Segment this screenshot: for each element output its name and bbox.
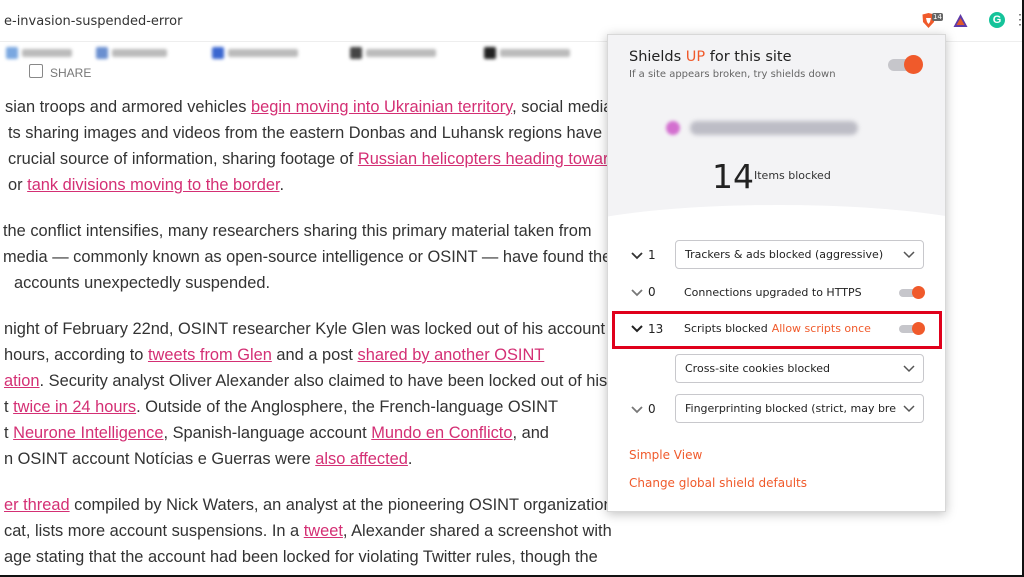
article-line: the conflict intensifies, many researche…	[3, 221, 591, 241]
items-blocked-label: Items blocked	[754, 169, 831, 182]
article-text: the conflict intensifies, many researche…	[3, 222, 592, 240]
https-label: Connections upgraded to HTTPS	[684, 286, 862, 299]
grammarly-icon[interactable]: G	[989, 12, 1005, 28]
article-line: sian troops and armored vehicles begin m…	[5, 97, 612, 117]
article-text: n OSINT account Notícias e Guerras were	[4, 450, 316, 468]
article-text: ts sharing images and videos from the ea…	[8, 124, 603, 142]
trackers-count: 1	[648, 248, 656, 262]
article-text: . Outside of the Anglosphere, the French…	[136, 398, 558, 416]
article-text: or	[8, 176, 28, 194]
brave-badge: 14	[932, 13, 943, 21]
shields-subtitle: If a site appears broken, try shields do…	[629, 69, 836, 80]
global-defaults-link[interactable]: Change global shield defaults	[629, 476, 807, 490]
article-line: t twice in 24 hours. Outside of the Angl…	[4, 397, 558, 417]
article-link[interactable]: also affected	[315, 450, 408, 468]
article-line: night of February 22nd, OSINT researcher…	[4, 319, 605, 339]
article-link[interactable]: Neurone Intelligence	[13, 424, 163, 442]
chevron-down-icon[interactable]	[630, 248, 644, 262]
article-text: compiled by Nick Waters, an analyst at t…	[69, 496, 613, 514]
article-line: t Neurone Intelligence, Spanish-language…	[4, 423, 549, 443]
article-line: hours, according to tweets from Glen and…	[4, 345, 544, 365]
article-line: cat, lists more account suspensions. In …	[4, 521, 612, 541]
article-text: accounts unexpectedly suspended.	[14, 274, 271, 292]
article-text: sian troops and armored vehicles	[5, 98, 251, 116]
chevron-down-icon	[903, 251, 915, 259]
article-text: , social media	[512, 98, 613, 116]
cookies-select[interactable]: Cross-site cookies blocked	[675, 354, 924, 383]
article-line: ts sharing images and videos from the ea…	[8, 123, 602, 143]
article-link[interactable]: Russian helicopters heading towar	[358, 150, 609, 168]
article-text: t	[4, 398, 14, 416]
article-text: night of February 22nd, OSINT researcher…	[4, 320, 605, 338]
article-text: .	[407, 450, 413, 468]
article-line: age stating that the account had been lo…	[4, 547, 598, 567]
article-link[interactable]: er thread	[4, 496, 70, 514]
article-link[interactable]: begin moving into Ukrainian territory	[251, 98, 512, 116]
article-text: , Alexander shared a screenshot with	[342, 522, 612, 540]
article-link[interactable]: shared by another OSINT	[358, 346, 545, 364]
article-link[interactable]: tank divisions moving to the border	[27, 176, 279, 194]
https-toggle[interactable]	[899, 286, 925, 299]
simple-view-link[interactable]: Simple View	[629, 448, 702, 462]
article-link[interactable]: tweet	[304, 522, 343, 540]
brave-rewards-icon[interactable]	[952, 12, 969, 29]
bookmark-item[interactable]	[212, 46, 298, 59]
article-link[interactable]: twice in 24 hours	[13, 398, 136, 416]
article-line: media — commonly known as open-source in…	[3, 247, 611, 267]
chevron-down-icon	[903, 365, 915, 373]
article-link[interactable]: tweets from Glen	[148, 346, 272, 364]
article-text: , and	[512, 424, 549, 442]
share-icon[interactable]	[29, 64, 43, 78]
chevron-down-icon[interactable]	[630, 402, 644, 416]
article-text: hours, according to	[4, 346, 148, 364]
trackers-label: Trackers & ads blocked (aggressive)	[685, 248, 884, 261]
article-line: ation. Security analyst Oliver Alexander…	[4, 371, 607, 391]
chevron-down-icon	[903, 405, 915, 413]
article-line: n OSINT account Notícias e Guerras were …	[4, 449, 412, 469]
article-line: or tank divisions moving to the border.	[8, 175, 284, 195]
article-link[interactable]: Mundo en Conflicto	[371, 424, 512, 442]
shields-panel: Shields UP for this site If a site appea…	[607, 34, 946, 512]
article-text: and a post	[271, 346, 358, 364]
article-line: accounts unexpectedly suspended.	[14, 273, 270, 293]
article-text: media — commonly known as open-source in…	[3, 248, 612, 266]
article-body: SHARE sian troops and armored vehicles b…	[0, 64, 620, 577]
article-text: crucial source of information, sharing f…	[8, 150, 358, 168]
bookmark-item[interactable]	[484, 46, 570, 59]
site-domain	[690, 121, 858, 135]
article-text: age stating that the account had been lo…	[4, 548, 598, 566]
fingerprinting-count: 0	[648, 402, 656, 416]
bookmark-item[interactable]	[350, 46, 436, 59]
article-text: .	[279, 176, 285, 194]
trackers-select[interactable]: Trackers & ads blocked (aggressive)	[675, 240, 924, 269]
article-text: cat, lists more account suspensions. In …	[4, 522, 304, 540]
shields-master-toggle[interactable]	[888, 55, 923, 74]
article-text: , Spanish-language account	[163, 424, 372, 442]
url-text[interactable]: e-invasion-suspended-error	[4, 14, 182, 29]
article-text: t	[4, 424, 14, 442]
share-label[interactable]: SHARE	[50, 66, 91, 80]
shields-title: Shields UP for this site	[629, 49, 792, 65]
chevron-down-icon[interactable]	[630, 285, 644, 299]
fingerprinting-label: Fingerprinting blocked (strict, may bre	[685, 402, 896, 415]
article-text: . Security analyst Oliver Alexander also…	[39, 372, 608, 390]
https-count: 0	[648, 285, 656, 299]
items-blocked-count: 14	[712, 157, 754, 196]
cookies-label: Cross-site cookies blocked	[685, 362, 830, 375]
article-link[interactable]: ation	[4, 372, 40, 390]
article-line: er thread compiled by Nick Waters, an an…	[4, 495, 613, 515]
bookmark-item[interactable]	[6, 46, 72, 59]
bookmark-item[interactable]	[96, 46, 167, 59]
scripts-row-highlight	[612, 311, 942, 349]
article-line: crucial source of information, sharing f…	[8, 149, 608, 169]
fingerprinting-select[interactable]: Fingerprinting blocked (strict, may bre	[675, 394, 924, 423]
site-favicon	[666, 121, 680, 135]
